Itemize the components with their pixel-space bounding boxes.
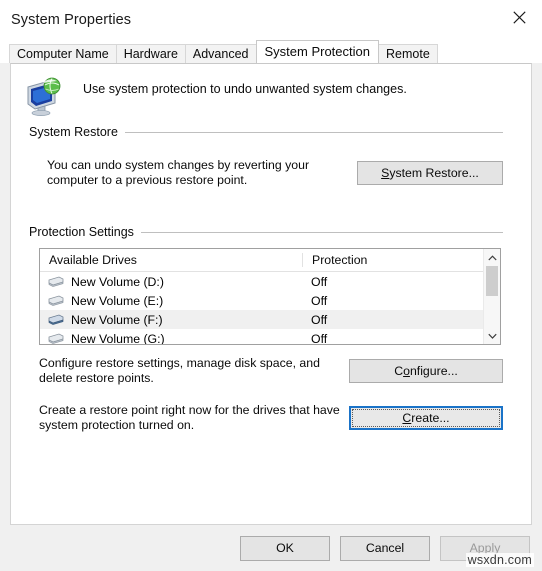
configure-button-accel: o bbox=[403, 364, 410, 378]
system-protection-tab-page: Use system protection to undo unwanted s… bbox=[10, 63, 532, 525]
create-button-suffix: reate... bbox=[411, 411, 450, 425]
system-restore-button[interactable]: System Restore... bbox=[357, 161, 503, 185]
scroll-thumb[interactable] bbox=[486, 266, 498, 296]
scroll-track[interactable] bbox=[484, 266, 500, 327]
system-restore-group: System Restore You can undo system chang… bbox=[29, 124, 503, 188]
protection-cell: Off bbox=[311, 331, 328, 345]
tab-remote[interactable]: Remote bbox=[378, 44, 438, 63]
table-row[interactable]: New Volume (G:) Off bbox=[40, 329, 500, 344]
page-header: Use system protection to undo unwanted s… bbox=[11, 64, 531, 116]
configure-button-prefix: C bbox=[394, 364, 404, 378]
window-title: System Properties bbox=[11, 12, 132, 28]
hard-drive-icon bbox=[48, 295, 64, 306]
protection-cell: Off bbox=[311, 274, 328, 289]
tab-advanced[interactable]: Advanced bbox=[184, 44, 257, 63]
system-restore-group-header: System Restore bbox=[29, 124, 503, 140]
system-restore-title: System Restore bbox=[29, 125, 118, 139]
scroll-down-button[interactable] bbox=[484, 327, 501, 344]
protection-settings-group-header: Protection Settings bbox=[29, 224, 503, 240]
apply-button: Apply bbox=[440, 535, 530, 561]
group-divider bbox=[124, 131, 503, 133]
tab-computer-name[interactable]: Computer Name bbox=[9, 44, 117, 63]
table-row[interactable]: New Volume (E:) Off bbox=[40, 291, 500, 310]
protection-settings-group: Protection Settings Available Drives Pro… bbox=[29, 224, 503, 433]
hard-drive-icon bbox=[48, 276, 64, 287]
cancel-button[interactable]: Cancel bbox=[340, 535, 430, 561]
available-drives-list[interactable]: Available Drives Protection New Volume (… bbox=[39, 248, 501, 345]
drive-label: New Volume (D:) bbox=[71, 274, 164, 289]
page-headline: Use system protection to undo unwanted s… bbox=[83, 82, 407, 96]
create-description: Create a restore point right now for the… bbox=[39, 403, 340, 432]
list-body: New Volume (D:) Off New Volume (E:) Off … bbox=[40, 272, 500, 344]
tab-strip: Computer Name Hardware Advanced System P… bbox=[0, 40, 542, 63]
create-button-accel: C bbox=[402, 411, 412, 425]
drive-cell: New Volume (G:) bbox=[40, 331, 302, 345]
create-button[interactable]: Create... bbox=[349, 406, 503, 430]
drive-label: New Volume (F:) bbox=[71, 312, 163, 327]
drive-label: New Volume (G:) bbox=[71, 331, 165, 345]
system-restore-button-suffix: ystem Restore... bbox=[389, 166, 479, 180]
system-restore-description: You can undo system changes by reverting… bbox=[47, 158, 310, 187]
column-header-protection[interactable]: Protection bbox=[302, 253, 500, 267]
table-row-selected[interactable]: New Volume (F:) Off bbox=[40, 310, 500, 329]
system-properties-window: System Properties Computer Name Hardware… bbox=[0, 0, 542, 571]
protection-cell: Off bbox=[311, 312, 328, 327]
create-row: Create a restore point right now for the… bbox=[29, 403, 503, 433]
chevron-down-icon bbox=[487, 333, 497, 339]
list-header: Available Drives Protection bbox=[40, 249, 500, 272]
tab-hardware[interactable]: Hardware bbox=[115, 44, 186, 63]
chevron-up-icon bbox=[487, 254, 497, 260]
drive-cell: New Volume (D:) bbox=[40, 275, 302, 289]
close-icon bbox=[512, 10, 526, 24]
scroll-up-button[interactable] bbox=[484, 249, 501, 266]
list-scrollbar[interactable] bbox=[483, 249, 500, 344]
protection-cell: Off bbox=[311, 293, 328, 308]
tab-system-protection[interactable]: System Protection bbox=[255, 40, 379, 63]
protection-settings-title: Protection Settings bbox=[29, 225, 134, 239]
configure-description: Configure restore settings, manage disk … bbox=[39, 356, 320, 385]
title-bar: System Properties bbox=[0, 0, 542, 40]
close-button[interactable] bbox=[496, 0, 542, 34]
configure-button-suffix: nfigure... bbox=[409, 364, 458, 378]
drive-cell: New Volume (E:) bbox=[40, 294, 302, 308]
dialog-footer: OK Cancel Apply wsxdn.com bbox=[0, 525, 542, 571]
drive-label: New Volume (E:) bbox=[71, 293, 164, 308]
system-restore-row: You can undo system changes by reverting… bbox=[29, 158, 503, 188]
system-restore-button-accel: S bbox=[381, 166, 390, 180]
system-protection-icon bbox=[21, 77, 65, 117]
hard-drive-icon bbox=[48, 314, 64, 325]
ok-button[interactable]: OK bbox=[240, 535, 330, 561]
configure-row: Configure restore settings, manage disk … bbox=[29, 356, 503, 386]
configure-button[interactable]: Co nfigure... bbox=[349, 359, 503, 383]
drive-cell: New Volume (F:) bbox=[40, 313, 302, 327]
column-header-available-drives[interactable]: Available Drives bbox=[40, 253, 302, 267]
table-row[interactable]: New Volume (D:) Off bbox=[40, 272, 500, 291]
hard-drive-icon bbox=[48, 333, 64, 344]
group-divider bbox=[140, 231, 503, 233]
